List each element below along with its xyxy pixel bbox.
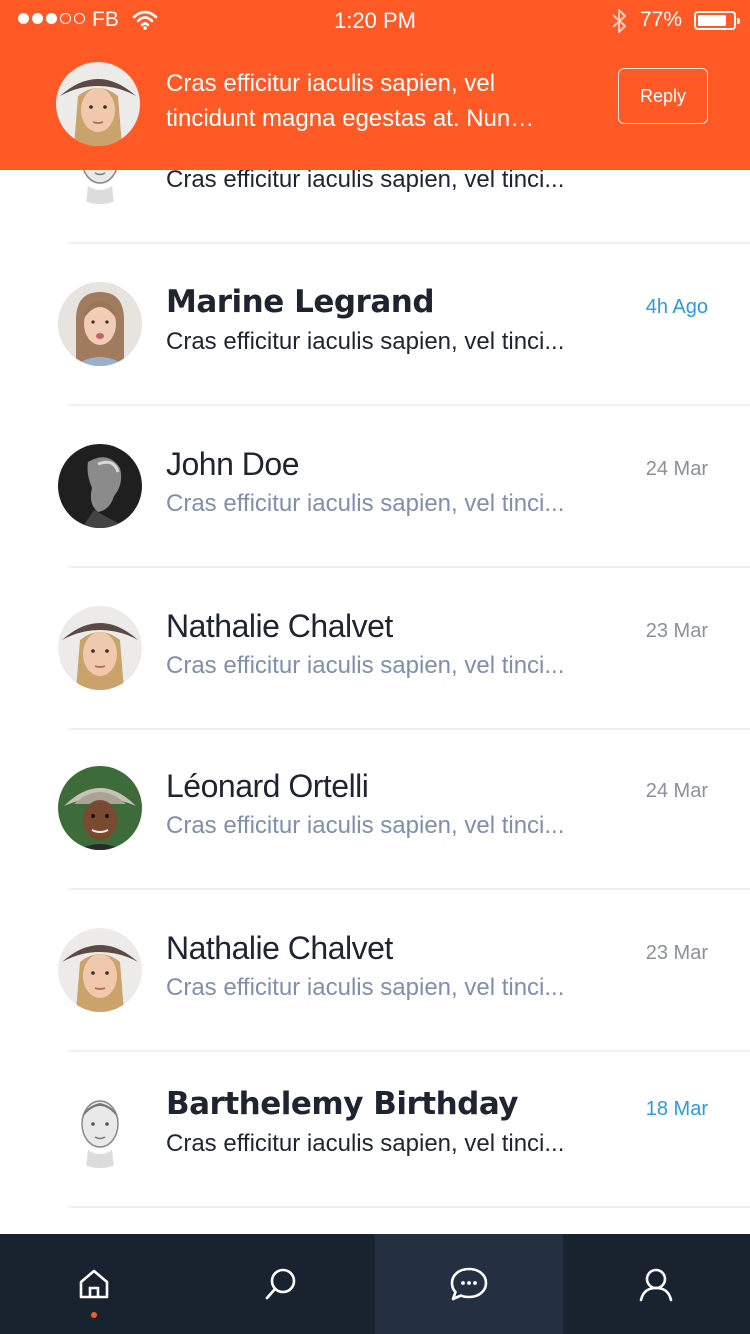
divider (68, 1206, 750, 1208)
avatar (58, 766, 142, 850)
conversation-row[interactable]: Barthelemy Birthday Cras efficitur iacul… (0, 1046, 750, 1208)
message-preview: Cras efficitur iaculis sapien, vel tinci… (166, 490, 565, 517)
message-preview: Cras efficitur iaculis sapien, vel tinci… (166, 1130, 565, 1157)
reply-button[interactable]: Reply (618, 68, 708, 124)
avatar (58, 282, 142, 366)
notification-dot (90, 1312, 97, 1318)
contact-name: Léonard Ortelli (166, 768, 369, 804)
message-date: 24 Mar (645, 458, 708, 480)
message-date: 18 Mar (645, 1098, 708, 1120)
message-date: 23 Mar (645, 620, 708, 642)
conversation-row[interactable]: Marine Legrand Cras efficitur iaculis sa… (0, 244, 750, 406)
contact-name: Barthelemy Birthday (166, 1086, 519, 1122)
message-preview: Cras efficitur iaculis sapien, vel tinci… (166, 812, 565, 839)
contact-name: John Doe (166, 446, 299, 482)
contact-name: Nathalie Chalvet (166, 930, 393, 966)
chat-icon (450, 1267, 488, 1301)
message-preview: Cras efficitur iaculis sapien, vel tinci… (166, 974, 565, 1001)
tab-messages[interactable] (375, 1234, 563, 1334)
message-date: 23 Mar (645, 942, 708, 964)
message-date: 4h Ago (645, 296, 708, 318)
message-preview: Cras efficitur iaculis sapien, vel tinci… (166, 328, 565, 355)
conversation-list: Cras efficitur iaculis sapien, vel tinci… (0, 0, 750, 1234)
avatar (58, 444, 142, 528)
status-bar: FB 1:20 PM 77% (0, 0, 750, 42)
status-time: 1:20 PM (334, 8, 416, 33)
profile-icon (639, 1268, 673, 1302)
notification-avatar (56, 62, 140, 146)
notification-banner[interactable]: FB 1:20 PM 77% Cras efficitur iaculis sa… (0, 0, 750, 170)
tab-profile[interactable] (563, 1234, 750, 1334)
battery-percentage: 77% (640, 8, 683, 31)
tab-bar (0, 1234, 750, 1334)
battery-icon (694, 11, 740, 30)
message-preview: Cras efficitur iaculis sapien, vel tinci… (166, 652, 565, 679)
tab-home[interactable] (0, 1234, 188, 1334)
tab-search[interactable] (188, 1234, 376, 1334)
conversation-row[interactable]: Nathalie Chalvet Cras efficitur iaculis … (0, 890, 750, 1052)
search-icon (265, 1268, 296, 1300)
avatar (58, 606, 142, 690)
conversation-row[interactable]: John Doe Cras efficitur iaculis sapien, … (0, 406, 750, 568)
message-preview: Cras efficitur iaculis sapien, vel tinci… (166, 166, 565, 193)
conversation-row[interactable]: Léonard Ortelli Cras efficitur iaculis s… (0, 728, 750, 890)
conversation-row[interactable]: Nathalie Chalvet Cras efficitur iaculis … (0, 568, 750, 730)
contact-name: Nathalie Chalvet (166, 608, 393, 644)
bluetooth-icon (610, 8, 628, 38)
contact-name: Marine Legrand (166, 284, 435, 320)
home-icon (79, 1269, 109, 1299)
notification-message: Cras efficitur iaculis sapien, vel tinci… (166, 70, 535, 132)
avatar (58, 928, 142, 1012)
avatar (58, 1084, 142, 1168)
message-date: 24 Mar (645, 780, 708, 802)
